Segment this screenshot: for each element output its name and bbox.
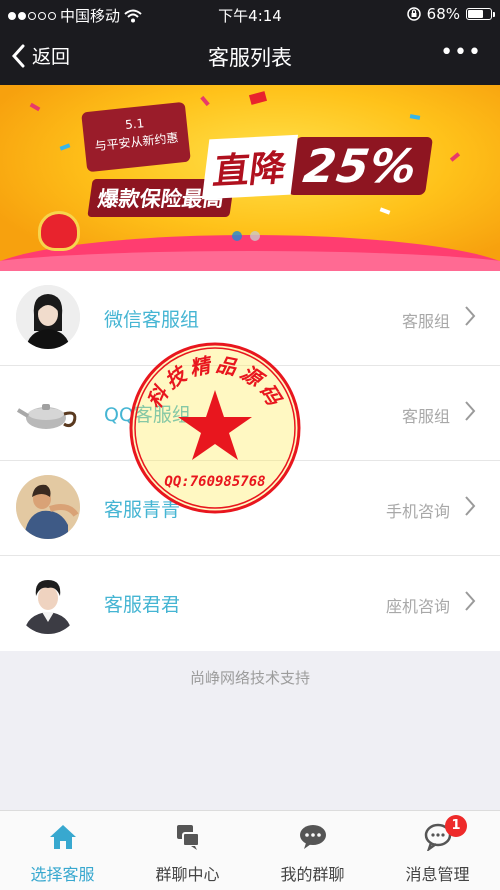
- tab-label: 群聊中心: [155, 865, 220, 884]
- tab-my-group-chats[interactable]: 我的群聊: [250, 811, 375, 890]
- list-item[interactable]: QQ客服组 客服组: [0, 366, 500, 461]
- tab-group-chat-center[interactable]: 群聊中心: [125, 811, 250, 890]
- support-footer: 尚峥网络技术支持: [189, 669, 310, 687]
- contact-type: 座机咨询: [385, 597, 450, 616]
- banner-tag: 5.1 与平安从新约惠: [81, 101, 191, 173]
- contact-type: 手机咨询: [385, 502, 450, 521]
- painting-avatar: [16, 475, 80, 539]
- boy-avatar: [16, 570, 80, 634]
- tab-select-service[interactable]: 选择客服: [0, 811, 125, 890]
- contact-name: 微信客服组: [104, 309, 200, 331]
- chevron-right-icon: [465, 496, 476, 516]
- teapot-avatar: [16, 380, 80, 444]
- tab-label: 我的群聊: [280, 865, 345, 884]
- tab-message-management[interactable]: 1 消息管理: [375, 811, 500, 890]
- group-chat-icon: [176, 825, 200, 850]
- bottom-tab-bar: 选择客服 群聊中心 我的群聊 1 消息管理: [0, 810, 500, 890]
- battery-percent: 68%: [426, 5, 460, 23]
- more-options-button[interactable]: •••: [440, 40, 482, 65]
- top-bar: 中国移动 下午4:14 68% 返回 客服列表 •••: [0, 0, 500, 85]
- status-bar: 中国移动 下午4:14 68%: [0, 0, 500, 28]
- navigation-bar: 返回 客服列表 •••: [0, 28, 500, 85]
- banner-pager: [232, 231, 260, 241]
- rotation-lock-icon: [406, 7, 421, 21]
- tab-label: 消息管理: [405, 865, 470, 884]
- pager-dot[interactable]: [232, 231, 242, 241]
- list-item[interactable]: 客服君君 座机咨询: [0, 556, 500, 651]
- page-title: 客服列表: [208, 46, 292, 70]
- contact-name: QQ客服组: [104, 404, 191, 426]
- chevron-right-icon: [465, 401, 476, 421]
- contact-name: 客服君君: [104, 594, 181, 616]
- chevron-right-icon: [465, 591, 476, 611]
- contact-type: 客服组: [401, 312, 450, 331]
- contact-name: 客服青青: [104, 499, 181, 521]
- contact-type: 客服组: [401, 407, 450, 426]
- list-item[interactable]: 客服青青 手机咨询: [0, 461, 500, 556]
- pager-dot[interactable]: [250, 231, 260, 241]
- battery-icon: [466, 8, 495, 20]
- banner-percent: 25%: [287, 137, 434, 195]
- home-icon: [49, 825, 76, 849]
- contact-list: 微信客服组 客服组 QQ客服组 客服组 客服青青 手机咨询 客服君君 座机咨询: [0, 271, 500, 651]
- money-bag-icon: [38, 211, 80, 251]
- list-item[interactable]: 微信客服组 客服组: [0, 271, 500, 366]
- chevron-right-icon: [465, 306, 476, 326]
- chat-bubbles-icon: [299, 825, 326, 849]
- tab-label: 选择客服: [30, 865, 95, 884]
- promo-banner[interactable]: 5.1 与平安从新约惠 爆款保险最高 25% 直降: [0, 85, 500, 271]
- unread-badge: 1: [445, 815, 467, 837]
- banner-big-word: 直降: [201, 134, 299, 200]
- girl-avatar: [16, 285, 80, 349]
